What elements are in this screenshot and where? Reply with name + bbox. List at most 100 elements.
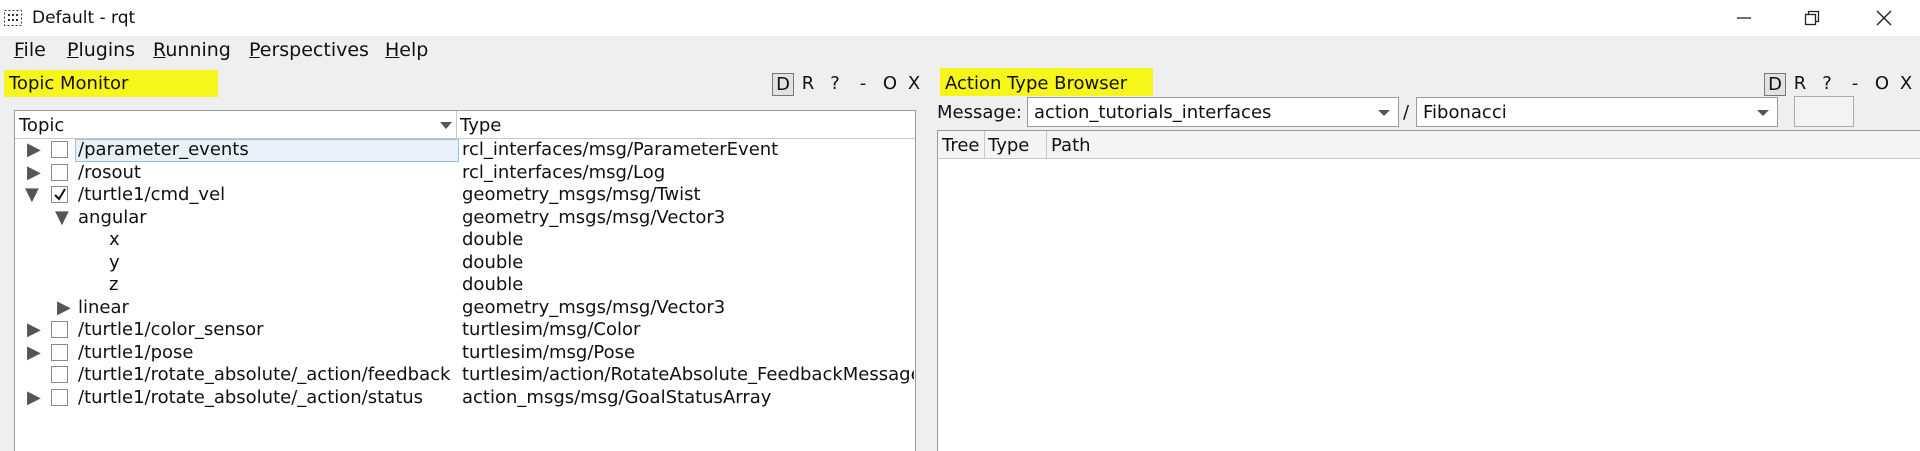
field-name: x: [109, 229, 120, 250]
field-row[interactable]: ▶ linear geometry_msgs/msg/Vector3: [15, 297, 915, 320]
menu-file[interactable]: File: [14, 39, 46, 61]
action-tree-header: Tree Type Path: [938, 131, 1920, 159]
field-name: z: [109, 274, 119, 295]
column-divider: [984, 131, 985, 158]
close-window-button[interactable]: [1856, 0, 1912, 36]
topic-checkbox[interactable]: [51, 343, 68, 361]
action-browser-float-button[interactable]: O: [1870, 73, 1894, 96]
topic-type: rcl_interfaces/msg/Log: [462, 161, 666, 183]
topic-name: /parameter_events: [78, 139, 249, 160]
column-divider: [456, 111, 457, 138]
action-tree[interactable]: Tree Type Path: [937, 130, 1920, 451]
topic-tree[interactable]: Topic Type ▶ /parameter_events rcl_inter…: [14, 110, 916, 451]
topic-monitor-close-button[interactable]: X: [902, 73, 926, 96]
restore-window-button[interactable]: [1784, 0, 1840, 36]
dropdown-arrow-icon: [1757, 110, 1769, 116]
action-browser-dock-buttons: D R ? - O X: [1764, 73, 1918, 96]
topic-column-header[interactable]: Topic: [19, 115, 64, 136]
window-title: Default - rqt: [32, 8, 136, 28]
action-browser-minimize-button[interactable]: -: [1840, 73, 1870, 96]
topic-tree-header: Topic Type: [15, 111, 915, 139]
action-combobox[interactable]: Fibonacci: [1416, 97, 1778, 127]
action-browser-d-button[interactable]: D: [1764, 73, 1786, 96]
field-name: linear: [78, 296, 129, 318]
topic-checkbox[interactable]: [51, 163, 68, 181]
menu-running[interactable]: Running: [153, 39, 231, 61]
field-type: geometry_msgs/msg/Vector3: [462, 206, 726, 228]
minimize-window-button[interactable]: [1716, 0, 1772, 36]
topic-name: /rosout: [78, 161, 141, 183]
expand-arrow-icon[interactable]: ▶: [27, 139, 41, 160]
action-value: Fibonacci: [1423, 102, 1507, 123]
expand-arrow-icon[interactable]: ▶: [27, 387, 41, 408]
topic-monitor-d-button[interactable]: D: [772, 73, 794, 96]
action-browser-help-button[interactable]: ?: [1814, 73, 1840, 96]
checkmark-icon: [54, 188, 66, 201]
type-column-header[interactable]: Type: [988, 135, 1029, 156]
topic-monitor-reload-button[interactable]: R: [794, 73, 822, 96]
field-type: geometry_msgs/msg/Vector3: [462, 296, 726, 318]
topic-row[interactable]: ▶ /rosout rcl_interfaces/msg/Log: [15, 162, 915, 185]
expand-arrow-icon[interactable]: ▶: [27, 319, 41, 340]
field-row[interactable]: x double: [15, 229, 915, 252]
topic-type: action_msgs/msg/GoalStatusArray: [462, 386, 772, 408]
topic-row[interactable]: ▶ /turtle1/rotate_absolute/_action/statu…: [15, 387, 915, 410]
topic-monitor-minimize-button[interactable]: -: [848, 73, 878, 96]
expand-arrow-icon[interactable]: ▶: [57, 297, 71, 318]
close-icon: [1876, 10, 1892, 26]
topic-monitor-help-button[interactable]: ?: [822, 73, 848, 96]
topic-type: rcl_interfaces/msg/ParameterEvent: [462, 139, 779, 160]
topic-checkbox[interactable]: [51, 321, 68, 338]
expand-arrow-icon[interactable]: ▶: [27, 162, 41, 183]
field-type: double: [462, 274, 524, 295]
field-name: angular: [78, 206, 147, 228]
topic-row[interactable]: /turtle1/rotate_absolute/_action/feedbac…: [15, 364, 915, 387]
topic-type: geometry_msgs/msg/Twist: [462, 184, 701, 205]
column-divider: [1046, 131, 1047, 158]
package-action-separator: /: [1403, 102, 1410, 123]
package-combobox[interactable]: action_tutorials_interfaces: [1027, 97, 1399, 127]
menu-plugins[interactable]: Plugins: [67, 39, 135, 61]
topic-name: /turtle1/pose: [78, 341, 194, 363]
topic-type: turtlesim/action/RotateAbsolute_Feedback…: [462, 364, 914, 385]
topic-type: turtlesim/msg/Color: [462, 319, 641, 340]
topic-type: turtlesim/msg/Pose: [462, 341, 636, 363]
dropdown-arrow-icon: [1378, 110, 1390, 116]
topic-row[interactable]: ▶ /turtle1/pose turtlesim/msg/Pose: [15, 342, 915, 365]
minimize-icon: [1737, 17, 1751, 19]
menu-help[interactable]: Help: [385, 39, 428, 61]
window-titlebar: Default - rqt: [0, 0, 1920, 36]
add-action-button[interactable]: [1794, 96, 1854, 127]
topic-name: /turtle1/rotate_absolute/_action/feedbac…: [78, 364, 451, 385]
action-browser-reload-button[interactable]: R: [1786, 73, 1814, 96]
topic-monitor-float-button[interactable]: O: [878, 73, 902, 96]
rqt-app-icon: [4, 10, 22, 26]
path-column-header[interactable]: Path: [1051, 135, 1091, 156]
topic-row[interactable]: ▶ /turtle1/color_sensor turtlesim/msg/Co…: [15, 319, 915, 342]
field-row[interactable]: z double: [15, 274, 915, 297]
field-row[interactable]: y double: [15, 252, 915, 275]
collapse-arrow-icon[interactable]: ▼: [55, 207, 69, 228]
field-type: double: [462, 229, 524, 250]
topic-checkbox[interactable]: [51, 366, 68, 383]
expand-arrow-icon[interactable]: ▶: [27, 342, 41, 363]
tree-column-header[interactable]: Tree: [942, 135, 980, 156]
menu-perspectives[interactable]: Perspectives: [249, 39, 369, 61]
field-type: double: [462, 251, 524, 273]
type-column-header[interactable]: Type: [460, 115, 501, 136]
topic-checkbox-checked[interactable]: [51, 186, 68, 203]
topic-row[interactable]: ▶ /parameter_events rcl_interfaces/msg/P…: [15, 139, 915, 162]
topic-monitor-title: Topic Monitor: [9, 73, 129, 94]
collapse-arrow-icon[interactable]: ▼: [25, 184, 39, 205]
field-name: y: [109, 251, 120, 273]
topic-name: /turtle1/color_sensor: [78, 319, 264, 340]
topic-row[interactable]: ▼ /turtle1/cmd_vel geometry_msgs/msg/Twi…: [15, 184, 915, 207]
action-browser-close-button[interactable]: X: [1894, 73, 1918, 96]
action-browser-title: Action Type Browser: [945, 73, 1128, 94]
field-row[interactable]: ▼ angular geometry_msgs/msg/Vector3: [15, 207, 915, 230]
topic-checkbox[interactable]: [51, 388, 68, 406]
topic-monitor-dock-buttons: D R ? - O X: [772, 73, 926, 96]
topic-name: /turtle1/cmd_vel: [78, 184, 226, 205]
topic-checkbox[interactable]: [51, 141, 68, 158]
message-label: Message:: [937, 102, 1022, 123]
